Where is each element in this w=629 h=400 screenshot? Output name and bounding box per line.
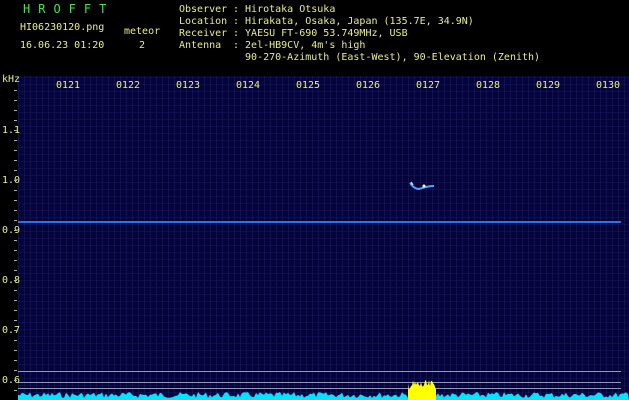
y-tick-mark (14, 380, 17, 381)
meteor-count: 2 (139, 40, 146, 51)
x-tick-label: 0122 (116, 80, 141, 91)
y-tick-mark (14, 340, 17, 341)
meteor-echo (409, 181, 435, 191)
baseline-upper (18, 371, 621, 372)
x-tick-label: 0126 (356, 80, 381, 91)
y-tick-mark (14, 160, 17, 161)
y-tick-mark (14, 320, 17, 321)
y-tick-mark (14, 260, 17, 261)
y-tick-mark (14, 390, 17, 391)
observer-value: : Hirotaka Otsuka (233, 4, 336, 15)
observer-key: Observer (179, 4, 228, 15)
y-tick-mark (14, 240, 17, 241)
x-tick-label: 0124 (236, 80, 261, 91)
meteor-label: meteor (124, 26, 161, 37)
x-tick-label: 0128 (476, 80, 501, 91)
noise-floor (18, 392, 629, 400)
x-tick-label: 0127 (416, 80, 441, 91)
antenna-key: Antenna (179, 40, 222, 51)
y-tick-label: 0.6 (2, 375, 21, 386)
carrier-line (18, 221, 621, 223)
y-tick-mark (14, 170, 17, 171)
y-tick-mark (14, 150, 17, 151)
y-tick-mark (14, 300, 17, 301)
location-key: Location (179, 16, 228, 27)
antenna-orientation: 90-270-Azimuth (East-West), 90-Elevation… (233, 52, 541, 63)
x-tick-label: 0121 (56, 80, 81, 91)
y-tick-mark (14, 310, 17, 311)
y-tick-mark (14, 110, 17, 111)
spectrogram-plot (18, 76, 629, 400)
y-tick-label: 0.9 (2, 225, 21, 236)
x-tick-label: 0123 (176, 80, 201, 91)
y-tick-mark (14, 330, 17, 331)
meteor-burst (408, 380, 436, 400)
y-tick-mark (14, 200, 17, 201)
y-tick-mark (14, 120, 17, 121)
y-tick-mark (14, 230, 17, 231)
location-value: : Hirakata, Osaka, Japan (135.7E, 34.9N) (233, 16, 474, 27)
y-tick-mark (14, 220, 17, 221)
image-filename: HI06230120.png (20, 22, 105, 33)
y-tick-mark (14, 350, 17, 351)
x-tick-label: 0129 (536, 80, 561, 91)
x-tick-label: 0125 (296, 80, 321, 91)
y-tick-mark (14, 370, 17, 371)
y-tick-mark (14, 270, 17, 271)
y-tick-mark (14, 140, 17, 141)
app-brand: HROFFT (23, 2, 115, 16)
y-tick-mark (14, 210, 17, 211)
timestamp: 16.06.23 01:20 (20, 40, 105, 51)
y-tick-mark (14, 130, 17, 131)
x-tick-label: 0130 (596, 80, 621, 91)
y-axis-unit: kHz (2, 74, 21, 85)
signal-level-strip (18, 380, 629, 400)
y-tick-mark (14, 100, 17, 101)
y-tick-label: 0.7 (2, 325, 21, 336)
y-tick-mark (14, 250, 17, 251)
y-tick-mark (14, 90, 17, 91)
y-tick-mark (14, 280, 17, 281)
antenna-value: : 2el-HB9CV, 4m's high (233, 40, 366, 51)
header-panel: HROFFT HI06230120.png 16.06.23 01:20 met… (0, 0, 629, 74)
y-tick-mark (14, 180, 17, 181)
receiver-value: : YAESU FT-690 53.749MHz, USB (233, 28, 408, 39)
receiver-key: Receiver (179, 28, 228, 39)
y-tick-mark (14, 290, 17, 291)
y-tick-label: 1.1 (2, 125, 21, 136)
y-tick-mark (14, 360, 17, 361)
y-tick-label: 0.8 (2, 275, 21, 286)
y-tick-mark (14, 190, 17, 191)
y-tick-label: 1.0 (2, 175, 21, 186)
